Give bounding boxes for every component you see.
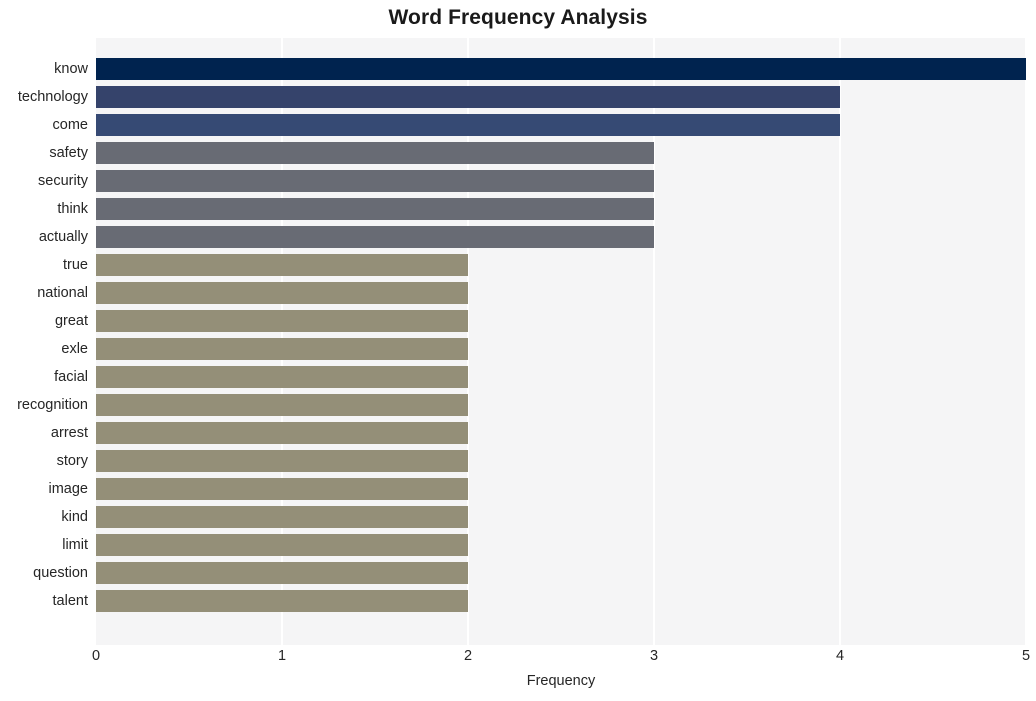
x-axis-tick-label: 3 xyxy=(649,648,659,664)
bar[interactable] xyxy=(96,198,654,221)
bar-row xyxy=(96,223,1026,251)
y-axis-labels: know technology come safety security think act… xyxy=(0,38,88,645)
y-axis-tick-label: limit xyxy=(62,537,88,554)
y-axis-tick-label: kind xyxy=(61,509,88,526)
bar-row xyxy=(96,167,1026,195)
bar-row xyxy=(96,279,1026,307)
y-axis-tick-label: national xyxy=(37,285,88,302)
plot-area xyxy=(96,38,1026,645)
bar-series xyxy=(96,38,1026,645)
bar-row xyxy=(96,335,1026,363)
y-axis-tick-label: story xyxy=(56,453,88,470)
bar-row xyxy=(96,475,1026,503)
bar-row xyxy=(96,251,1026,279)
y-axis-tick-label: security xyxy=(38,173,88,190)
y-axis-tick-label: actually xyxy=(38,229,88,246)
bar-row xyxy=(96,559,1026,587)
bar-row xyxy=(96,111,1026,139)
x-axis-tick-label: 0 xyxy=(91,648,101,664)
y-axis-tick-label: true xyxy=(63,257,88,274)
bar[interactable] xyxy=(96,450,468,473)
y-axis-tick-label: know xyxy=(54,61,88,78)
y-axis-tick-label: facial xyxy=(54,369,88,386)
bar[interactable] xyxy=(96,254,468,277)
y-axis-tick-label: great xyxy=(54,313,88,330)
y-axis-tick-label: arrest xyxy=(50,425,88,442)
y-axis-tick-label: recognition xyxy=(17,397,88,414)
y-axis-tick-label: exle xyxy=(61,341,88,358)
x-axis-tick-label: 2 xyxy=(463,648,473,664)
bar-row xyxy=(96,363,1026,391)
bar[interactable] xyxy=(96,170,654,193)
bar-row xyxy=(96,531,1026,559)
y-axis-tick-label: think xyxy=(57,201,88,218)
y-axis-tick-label: question xyxy=(33,565,88,582)
bar-row xyxy=(96,419,1026,447)
x-axis-label: Frequency xyxy=(526,673,596,689)
bar-row xyxy=(96,83,1026,111)
bar[interactable] xyxy=(96,394,468,417)
x-axis-tick-label: 5 xyxy=(1021,648,1031,664)
x-axis-ticks: 0 1 2 3 4 5 xyxy=(92,648,1030,670)
x-axis-tick-label: 1 xyxy=(277,648,287,664)
bar[interactable] xyxy=(96,310,468,333)
bar[interactable] xyxy=(96,534,468,557)
x-axis-tick-label: 4 xyxy=(835,648,845,664)
chart-title: Word Frequency Analysis xyxy=(388,6,648,29)
bar-row xyxy=(96,307,1026,335)
bar[interactable] xyxy=(96,478,468,501)
bar[interactable] xyxy=(96,282,468,305)
bar[interactable] xyxy=(96,142,654,165)
bar[interactable] xyxy=(96,86,840,109)
y-axis-tick-label: image xyxy=(48,481,89,498)
bar[interactable] xyxy=(96,226,654,249)
bar-row xyxy=(96,55,1026,83)
bar[interactable] xyxy=(96,366,468,389)
bar-row xyxy=(96,447,1026,475)
y-axis-tick-label: come xyxy=(52,117,88,134)
y-axis-tick-label: talent xyxy=(52,593,88,610)
bar[interactable] xyxy=(96,422,468,445)
bar[interactable] xyxy=(96,562,468,585)
bar[interactable] xyxy=(96,58,1026,81)
bar-row xyxy=(96,391,1026,419)
bar-row xyxy=(96,139,1026,167)
bar-row xyxy=(96,195,1026,223)
y-axis-tick-label: technology xyxy=(17,89,88,106)
bar[interactable] xyxy=(96,590,468,613)
y-axis-tick-label: safety xyxy=(49,145,88,162)
bar-row xyxy=(96,587,1026,615)
bar[interactable] xyxy=(96,338,468,361)
word-frequency-chart: Word Frequency Analysis know technology co… xyxy=(0,0,1036,701)
bar[interactable] xyxy=(96,506,468,529)
bar-row xyxy=(96,503,1026,531)
bar[interactable] xyxy=(96,114,840,137)
